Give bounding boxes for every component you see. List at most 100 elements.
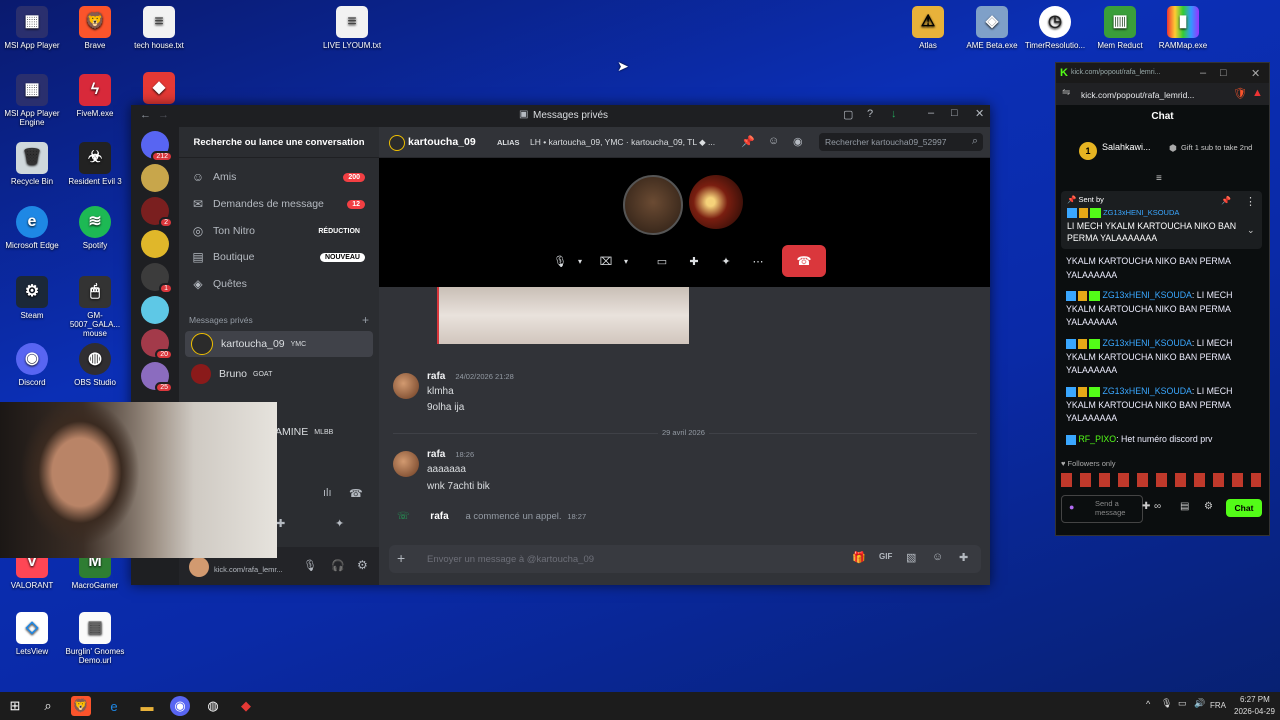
server-icon[interactable]: 1 — [141, 263, 173, 294]
desktop-icon-gm-mouse[interactable]: 🖱 GM-5007_GALA... mouse — [63, 276, 127, 339]
gift-text[interactable]: Gift 1 sub to take 2nd — [1181, 143, 1267, 152]
desktop-icon-tech-house[interactable]: ≡ tech house.txt — [127, 6, 191, 50]
pin-icon[interactable]: 📌 — [1221, 196, 1231, 205]
desktop-icon-mem-reduct[interactable]: ▥ Mem Reduct — [1088, 6, 1152, 50]
settings-gear-icon[interactable]: ⚙ — [1204, 501, 1213, 512]
server-icon[interactable] — [141, 296, 169, 324]
search-conversation-button[interactable]: Recherche ou lance une conversation — [179, 127, 379, 158]
file-explorer-icon[interactable]: ▬ — [137, 696, 157, 716]
more-options-button[interactable]: ⋯ — [747, 250, 769, 272]
gif-icon[interactable]: GIF — [879, 552, 892, 561]
profile-icon[interactable]: ◉ — [793, 135, 803, 148]
collapse-icon[interactable]: ≡ — [1156, 173, 1162, 184]
settings-gear-icon[interactable]: ⚙ — [357, 558, 368, 572]
volume-icon[interactable]: 🔊 — [1194, 698, 1205, 709]
minimize-icon[interactable]: – — [1200, 67, 1206, 79]
home-button[interactable]: 212 — [141, 131, 173, 162]
nav-nitro[interactable]: ◎ Ton Nitro RÉDUCTION — [185, 219, 373, 243]
camera-toggle-button[interactable]: ⌧ — [595, 250, 617, 272]
apps-icon[interactable]: ✚ — [959, 551, 968, 564]
forward-arrow-icon[interactable]: → — [158, 109, 169, 121]
mic-icon[interactable]: ● — [1069, 502, 1074, 512]
add-friend-icon[interactable]: ☺ — [768, 135, 779, 147]
add-dm-icon[interactable]: + — [362, 313, 369, 327]
camera-options-chevron-icon[interactable]: ▾ — [615, 250, 637, 272]
brave-shield-icon[interactable]: 🛡 — [1233, 87, 1247, 100]
desktop-icon-burglin-gnomes[interactable]: ▤ Burglin' Gnomes Demo.url — [63, 612, 127, 665]
pinned-user[interactable]: ZG13xHENI_KSOUDA — [1103, 208, 1179, 217]
mic-icon[interactable]: 🎙 — [303, 559, 317, 572]
desktop-icon-atlas[interactable]: ⚠ Atlas — [896, 6, 960, 50]
tray-chevron-icon[interactable]: ^ — [1146, 699, 1150, 709]
desktop-icon-steam[interactable]: ⚙ Steam — [0, 276, 64, 320]
back-arrow-icon[interactable]: ← — [140, 109, 151, 121]
message-composer[interactable]: + Envoyer un message à @kartoucha_09 🎁 G… — [389, 545, 981, 573]
author-name[interactable]: rafa — [427, 371, 445, 382]
server-icon[interactable] — [141, 164, 169, 192]
mic-options-chevron-icon[interactable]: ▾ — [569, 250, 591, 272]
activities-button[interactable]: ✚ — [683, 250, 705, 272]
download-icon[interactable]: ↓ — [891, 108, 897, 120]
desktop-icon-live-lyoum[interactable]: ≡ LIVE LYOUM.txt — [320, 6, 384, 50]
desktop-icon-spotify[interactable]: ≋ Spotify — [63, 206, 127, 250]
desktop-icon-obs[interactable]: ◍ OBS Studio — [63, 343, 127, 387]
desktop-icon-rammap[interactable]: ▮ RAMMap.exe — [1151, 6, 1215, 50]
edge-taskbar-icon[interactable]: e — [104, 696, 124, 716]
gifter-name[interactable]: Salahkawi... — [1102, 142, 1151, 152]
desktop-icon-resident-evil-3[interactable]: ☣ Resident Evil 3 — [63, 142, 127, 186]
mic-toggle-button[interactable]: 🎙 — [549, 250, 571, 272]
close-icon[interactable]: ✕ — [1251, 67, 1260, 80]
desktop-icon-discord[interactable]: ◉ Discord — [0, 343, 64, 387]
nav-message-requests[interactable]: ✉ Demandes de message 12 — [185, 192, 373, 216]
app-taskbar-icon[interactable]: ◆ — [236, 696, 256, 716]
link-icon[interactable]: ∞ — [1154, 501, 1161, 512]
hang-up-button[interactable]: ☎ — [782, 245, 826, 277]
nav-friends[interactable]: ☺ Amis 200 — [185, 165, 373, 189]
brave-taskbar-icon[interactable]: 🦁 — [71, 696, 91, 716]
minimize-icon[interactable]: – — [928, 107, 934, 119]
desktop-icon-brave[interactable]: 🦁 Brave — [63, 6, 127, 50]
screen-share-button[interactable]: ▭ — [651, 250, 673, 272]
gift-icon[interactable]: 🎁 — [852, 551, 866, 564]
image-attachment[interactable] — [437, 287, 689, 344]
clock-time[interactable]: 6:27 PM — [1240, 695, 1270, 704]
server-icon[interactable]: 20 — [141, 329, 173, 360]
author-avatar[interactable] — [393, 373, 419, 399]
kick-address-bar[interactable]: ⇋ kick.com/popout/rafa_lemrid... 🛡 ▲ — [1056, 83, 1269, 105]
screen-icon[interactable]: ▢ — [843, 108, 853, 121]
pin-icon[interactable]: 📌 — [741, 135, 755, 148]
close-icon[interactable]: ✕ — [975, 107, 984, 120]
dm-item-bruno[interactable]: Bruno GOAT — [185, 361, 373, 387]
shop-icon[interactable]: ▤ — [1180, 501, 1189, 512]
soundboard-button[interactable]: ✦ — [715, 250, 737, 272]
desktop-icon-timer-resolution[interactable]: ◷ TimerResolutio... — [1023, 6, 1087, 50]
maximize-icon[interactable]: □ — [1220, 67, 1227, 79]
chevron-down-icon[interactable]: ⌄ — [1247, 225, 1255, 236]
desktop-icon-recycle-bin[interactable]: 🗑 Recycle Bin — [0, 142, 64, 186]
desktop-icon-red-app[interactable]: ◆ — [127, 72, 191, 107]
sticker-icon[interactable]: ▧ — [906, 551, 916, 564]
server-icon[interactable]: 2 — [141, 197, 173, 228]
emoji-icon[interactable]: ☺ — [932, 551, 943, 563]
author-avatar[interactable] — [393, 451, 419, 477]
server-icon[interactable]: 25 — [141, 362, 173, 393]
maximize-icon[interactable]: □ — [951, 107, 958, 119]
help-icon[interactable]: ? — [867, 108, 873, 120]
chat-input[interactable]: ● Send a message — [1061, 495, 1143, 523]
desktop-icon-msi-app-player[interactable]: ▦ MSI App Player — [0, 6, 64, 50]
more-options-icon[interactable]: ⋮ — [1245, 195, 1256, 208]
activities-icon[interactable]: ✚ — [276, 517, 285, 530]
mic-tray-icon[interactable]: 🎙 — [1161, 698, 1172, 709]
discord-taskbar-icon[interactable]: ◉ — [170, 696, 190, 716]
network-icon[interactable]: ▭ — [1178, 698, 1187, 709]
desktop-icon-msi-app-player-engine[interactable]: ▦ MSI App Player Engine — [0, 74, 64, 127]
obs-taskbar-icon[interactable]: ◍ — [203, 696, 223, 716]
desktop-icon-microsoft-edge[interactable]: e Microsoft Edge — [0, 206, 64, 250]
emote-picker-icon[interactable]: ✚ — [1142, 501, 1150, 512]
start-button[interactable]: ⊞ — [5, 696, 25, 716]
chat-send-button[interactable]: Chat — [1226, 499, 1262, 517]
desktop-icon-fivem[interactable]: ϟ FiveM.exe — [63, 74, 127, 118]
author-name[interactable]: rafa — [427, 449, 445, 460]
brave-rewards-icon[interactable]: ▲ — [1252, 87, 1263, 99]
nav-quests[interactable]: ◈ Quêtes — [185, 272, 373, 296]
